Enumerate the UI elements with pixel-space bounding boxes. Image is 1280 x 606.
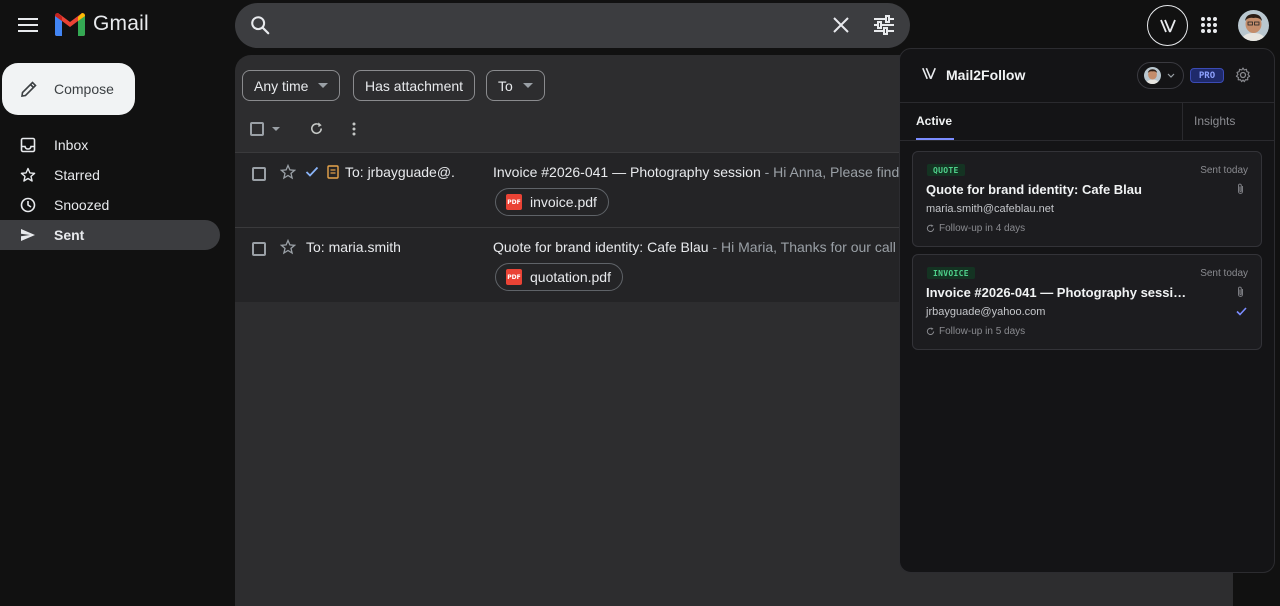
tab-insights[interactable]: Insights xyxy=(1194,114,1235,128)
sidebar-item-label: Inbox xyxy=(54,137,89,153)
chevron-down-icon xyxy=(522,83,533,88)
email-snippet: - Hi Anna, Please find be xyxy=(760,164,919,180)
select-all-checkbox[interactable] xyxy=(250,121,264,136)
card-email: maria.smith@cafeblau.net xyxy=(926,203,1054,215)
attachment-name: quotation.pdf xyxy=(530,269,611,285)
user-photo-icon xyxy=(1238,10,1269,41)
paperclip-icon xyxy=(1238,183,1243,194)
sidebar-item-label: Snoozed xyxy=(54,197,110,213)
pencil-icon xyxy=(21,81,37,97)
chevron-down-icon xyxy=(318,83,329,88)
star-icon[interactable] xyxy=(280,239,296,255)
search-icon[interactable] xyxy=(249,14,271,36)
gmail-m-icon xyxy=(55,12,85,36)
star-icon xyxy=(20,167,36,182)
mail2follow-logo-icon xyxy=(922,67,936,80)
email-subject-line: Invoice #2026-041 — Photography session … xyxy=(493,164,919,180)
pro-badge: PRO xyxy=(1190,68,1224,83)
email-snippet: - Hi Maria, Thanks for our call yes xyxy=(708,239,922,255)
email-subject: Quote for brand identity: Cafe Blau xyxy=(493,239,709,255)
panel-title: Mail2Follow xyxy=(946,67,1026,83)
panel-header: Mail2Follow PRO xyxy=(900,49,1274,103)
pdf-icon: PDF xyxy=(506,194,522,210)
sidebar-item-starred[interactable]: Starred xyxy=(0,160,220,190)
tab-active[interactable]: Active xyxy=(916,114,955,140)
main-menu-button[interactable] xyxy=(14,11,42,39)
filter-to[interactable]: To xyxy=(486,70,545,101)
tune-icon[interactable] xyxy=(873,15,895,35)
refresh-icon[interactable] xyxy=(309,121,324,136)
row-checkbox[interactable] xyxy=(252,242,266,256)
card-followup: Follow-up in 5 days xyxy=(926,326,1025,337)
repeat-icon xyxy=(926,327,935,335)
clock-icon xyxy=(20,197,36,213)
account-avatar[interactable] xyxy=(1238,10,1269,41)
filter-has-attachment[interactable]: Has attachment xyxy=(353,70,476,101)
sidebar-item-label: Sent xyxy=(54,227,85,243)
hamburger-icon xyxy=(18,18,38,32)
close-icon[interactable] xyxy=(832,16,850,34)
invoice-doc-icon xyxy=(327,165,339,179)
card-followup-text: Follow-up in 5 days xyxy=(939,326,1026,337)
email-subject: Invoice #2026-041 — Photography session xyxy=(493,164,761,180)
sidebar-item-inbox[interactable]: Inbox xyxy=(0,130,220,160)
gmail-logo[interactable]: Gmail xyxy=(55,12,149,36)
sidebar-item-snoozed[interactable]: Snoozed xyxy=(0,190,220,220)
sidebar-nav: Inbox Starred Snoozed Sent xyxy=(0,130,220,250)
sidebar-item-sent[interactable]: Sent xyxy=(0,220,220,250)
panel-tabs: Active Insights xyxy=(900,103,1274,141)
card-followup: Follow-up in 4 days xyxy=(926,223,1025,234)
app-name: Gmail xyxy=(93,12,149,35)
card-email: jrbayguade@yahoo.com xyxy=(926,306,1046,318)
attachment-chip[interactable]: PDF invoice.pdf xyxy=(495,188,609,216)
attachment-name: invoice.pdf xyxy=(530,194,597,210)
card-title: Invoice #2026-041 — Photography session xyxy=(926,285,1188,300)
card-sent-time: Sent today xyxy=(1200,268,1248,279)
compose-label: Compose xyxy=(54,81,114,97)
mail2follow-logo-icon xyxy=(1159,19,1176,32)
mail2follow-extension-button[interactable] xyxy=(1147,5,1188,46)
search-bar[interactable] xyxy=(235,3,910,48)
row-checkbox[interactable] xyxy=(252,167,266,181)
repeat-icon xyxy=(926,224,935,232)
card-tag: INVOICE xyxy=(927,267,975,279)
recipient: To: jrbayguade@. xyxy=(345,164,455,180)
card-title: Quote for brand identity: Cafe Blau xyxy=(926,182,1142,197)
more-vert-icon[interactable] xyxy=(352,122,356,136)
search-input[interactable] xyxy=(295,13,815,39)
paperclip-icon xyxy=(1238,286,1243,297)
chevron-down-icon xyxy=(1167,73,1175,78)
apps-grid-icon[interactable] xyxy=(1200,16,1218,34)
email-subject-line: Quote for brand identity: Cafe Blau - Hi… xyxy=(493,239,922,255)
tab-divider xyxy=(1182,103,1183,141)
tracked-check-icon xyxy=(1236,307,1247,316)
mail2follow-panel: Mail2Follow PRO Active Insights QUOTE Se… xyxy=(899,48,1275,573)
compose-button[interactable]: Compose xyxy=(2,63,135,115)
inbox-icon xyxy=(20,137,36,153)
filter-label: To xyxy=(498,77,513,94)
followup-card[interactable]: INVOICE Sent today Invoice #2026-041 — P… xyxy=(912,254,1262,350)
filter-label: Has attachment xyxy=(365,77,464,94)
attachment-chip[interactable]: PDF quotation.pdf xyxy=(495,263,623,291)
avatar xyxy=(1144,67,1161,84)
star-icon[interactable] xyxy=(280,164,296,180)
tracked-check-icon xyxy=(305,166,319,177)
gear-icon[interactable] xyxy=(1235,67,1251,83)
list-toolbar xyxy=(250,121,356,136)
pdf-icon: PDF xyxy=(506,269,522,285)
filter-any-time[interactable]: Any time xyxy=(242,70,341,101)
card-followup-text: Follow-up in 4 days xyxy=(939,223,1026,234)
card-sent-time: Sent today xyxy=(1200,165,1248,176)
sidebar-item-label: Starred xyxy=(54,167,100,183)
account-selector[interactable] xyxy=(1137,62,1184,89)
recipient: To: maria.smith xyxy=(306,239,401,255)
select-dropdown-icon[interactable] xyxy=(272,126,280,131)
card-tag: QUOTE xyxy=(927,164,965,176)
send-icon xyxy=(21,229,35,241)
followup-card[interactable]: QUOTE Sent today Quote for brand identit… xyxy=(912,151,1262,247)
filter-label: Any time xyxy=(254,77,309,94)
